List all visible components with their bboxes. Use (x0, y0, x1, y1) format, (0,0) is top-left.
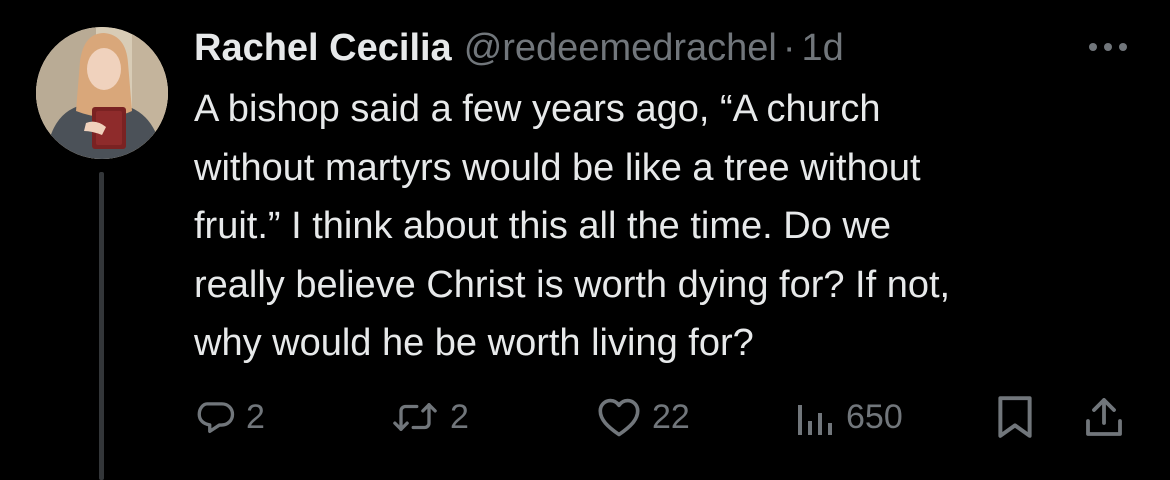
bookmark-button[interactable] (996, 392, 1034, 442)
more-button[interactable] (1086, 32, 1130, 62)
views-button[interactable]: 650 (796, 392, 903, 442)
views-icon (798, 405, 832, 435)
more-horizontal-icon (1089, 43, 1127, 51)
avatar-photo (36, 27, 168, 159)
avatar[interactable] (36, 27, 168, 159)
reply-count: 2 (246, 397, 265, 436)
repost-icon (393, 403, 437, 431)
like-button[interactable]: 22 (596, 392, 690, 442)
action-bar: 2 2 22 650 (0, 392, 1170, 442)
post-header: Rachel Cecilia @redeemedrachel · 1d (194, 24, 844, 72)
author-name[interactable]: Rachel Cecilia (194, 27, 452, 70)
bookmark-icon (998, 396, 1032, 438)
share-button[interactable] (1084, 392, 1124, 442)
heart-icon (598, 398, 640, 437)
post-text: A bishop said a few years ago, “A church… (194, 88, 951, 364)
view-count: 650 (846, 397, 903, 436)
share-icon (1086, 398, 1122, 436)
like-count: 22 (652, 397, 690, 436)
repost-count: 2 (450, 397, 469, 436)
timestamp[interactable]: 1d (802, 27, 844, 70)
reply-icon (197, 402, 235, 434)
separator-dot: · (782, 26, 796, 69)
author-handle[interactable]: @redeemedrachel (464, 27, 777, 70)
repost-button[interactable]: 2 (390, 392, 469, 442)
reply-button[interactable]: 2 (194, 392, 265, 442)
